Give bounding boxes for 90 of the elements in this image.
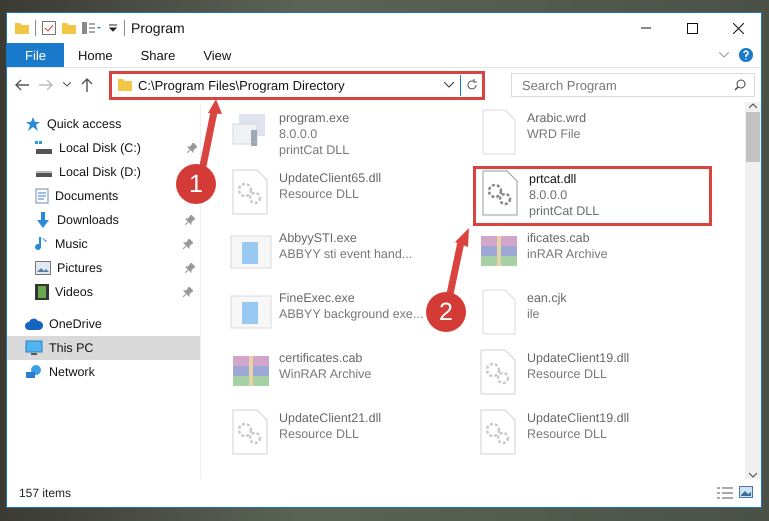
file-item[interactable]: FineExec.exe ABBYY background exe... [225,286,428,346]
folder-icon [62,21,76,35]
ribbon-tab[interactable]: View [189,43,246,67]
large-icons-view-icon[interactable] [739,486,753,498]
film-icon [35,284,49,300]
folder-icon [118,78,132,92]
file-name: prtcat.dll [529,171,578,187]
sidebar-item[interactable]: Videos [7,280,201,304]
ribbon-tab[interactable]: File [7,43,64,67]
search-icon [734,79,746,91]
file-item[interactable]: certificates.cab WinRAR Archive [225,346,376,406]
details-view-icon[interactable] [717,486,733,500]
file-name: ean.cjk [527,290,567,306]
window-title: Program [131,20,185,36]
dropdown-icon [108,23,118,33]
pointer-arrow [200,99,222,167]
chevron-down-icon [719,52,729,58]
address-bar[interactable]: C:\Program Files\Program Directory [109,70,485,100]
file-name: program.exe [279,110,350,126]
music-note-icon [35,236,49,252]
sidebar-item[interactable]: Downloads [7,208,203,232]
file-name: FineExec.exe [279,290,356,306]
file-detail: ABBYY background exe... [279,306,424,322]
file-name: UpdateClient21.dll [279,410,382,426]
drive-icon [35,141,53,155]
file-name: ificates.cab [527,230,591,246]
file-item[interactable]: UpdateClient65.dll Resource DLL [225,166,386,226]
file-detail: printCat DLL [279,142,350,158]
refresh-icon [466,79,478,91]
file-item[interactable]: prtcat.dll 8.0.0.0 printCat DLL [473,166,712,226]
sidebar-item[interactable]: Quick access [7,112,130,136]
file-name: AbbyySTI.exe [279,230,358,246]
file-detail: ABBYY sti event hand... [279,246,412,262]
network-icon [25,364,43,380]
sidebar-item[interactable]: Pictures [7,256,203,280]
file-item[interactable]: Arabic.wrd WRD File [473,106,590,166]
up-button[interactable] [79,76,95,94]
sidebar-item[interactable]: OneDrive [7,312,110,336]
file-detail: WRD File [527,126,582,142]
file-item[interactable]: UpdateClient19.dll Resource DLL [473,406,634,466]
maximize-icon [686,22,698,34]
file-item[interactable]: UpdateClient21.dll Resource DLL [225,406,386,466]
download-icon [35,212,51,228]
file-detail: Resource DLL [279,426,360,442]
file-detail: Resource DLL [527,366,608,382]
file-item[interactable]: program.exe 8.0.0.0 printCat DLL [225,106,354,166]
file-detail: Resource DLL [527,426,608,442]
file-name: UpdateClient19.dll [527,350,630,366]
sidebar-item[interactable]: Local Disk (D:) [7,160,149,184]
scroll-up-icon [749,102,757,110]
close-icon [732,22,744,34]
folder-icon [15,21,29,35]
file-detail: Resource DLL [279,186,360,202]
file-detail: inRAR Archive [527,246,608,262]
scroll-down-icon [749,471,757,479]
file-name: Arabic.wrd [527,110,586,126]
file-item[interactable]: ificates.cab inRAR Archive [473,226,612,286]
star-icon [25,116,41,132]
scrollbar[interactable] [745,102,761,479]
checklist-icon [42,21,56,35]
scroll-thumb[interactable] [746,112,760,162]
item-count: 157 items [19,486,72,500]
pointer-arrow [446,228,469,295]
file-item[interactable]: ean.cjk ile [473,286,571,346]
sidebar-item[interactable]: Network [7,360,103,384]
properties-icon [82,21,102,35]
chevron-down-icon [444,82,454,88]
file-name: UpdateClient19.dll [527,410,630,426]
help-icon[interactable] [739,48,753,62]
file-detail: ile [527,306,541,322]
file-detail: 8.0.0.0 [529,187,568,203]
sidebar-item[interactable]: Music [7,232,201,256]
ribbon-tab[interactable]: Share [126,43,190,67]
file-detail: 8.0.0.0 [279,126,318,142]
ribbon-tab[interactable]: Home [64,43,127,67]
file-detail: printCat DLL [529,203,600,219]
sidebar-item[interactable]: Documents [7,184,126,208]
document-icon [35,188,49,204]
back-button[interactable] [13,77,31,93]
monitor-icon [25,340,43,356]
file-item[interactable]: UpdateClient19.dll Resource DLL [473,346,634,406]
cloud-icon [25,318,43,330]
file-item[interactable]: AbbyySTI.exe ABBYY sti event hand... [225,226,416,286]
picture-icon [35,261,51,275]
sidebar-item[interactable]: Local Disk (C:) [7,136,205,160]
search-field[interactable]: Search Program [511,73,755,97]
sidebar-item[interactable]: This PC [7,336,200,360]
file-name: certificates.cab [279,350,364,366]
file-detail: WinRAR Archive [279,366,372,382]
file-name: UpdateClient65.dll [279,170,382,186]
